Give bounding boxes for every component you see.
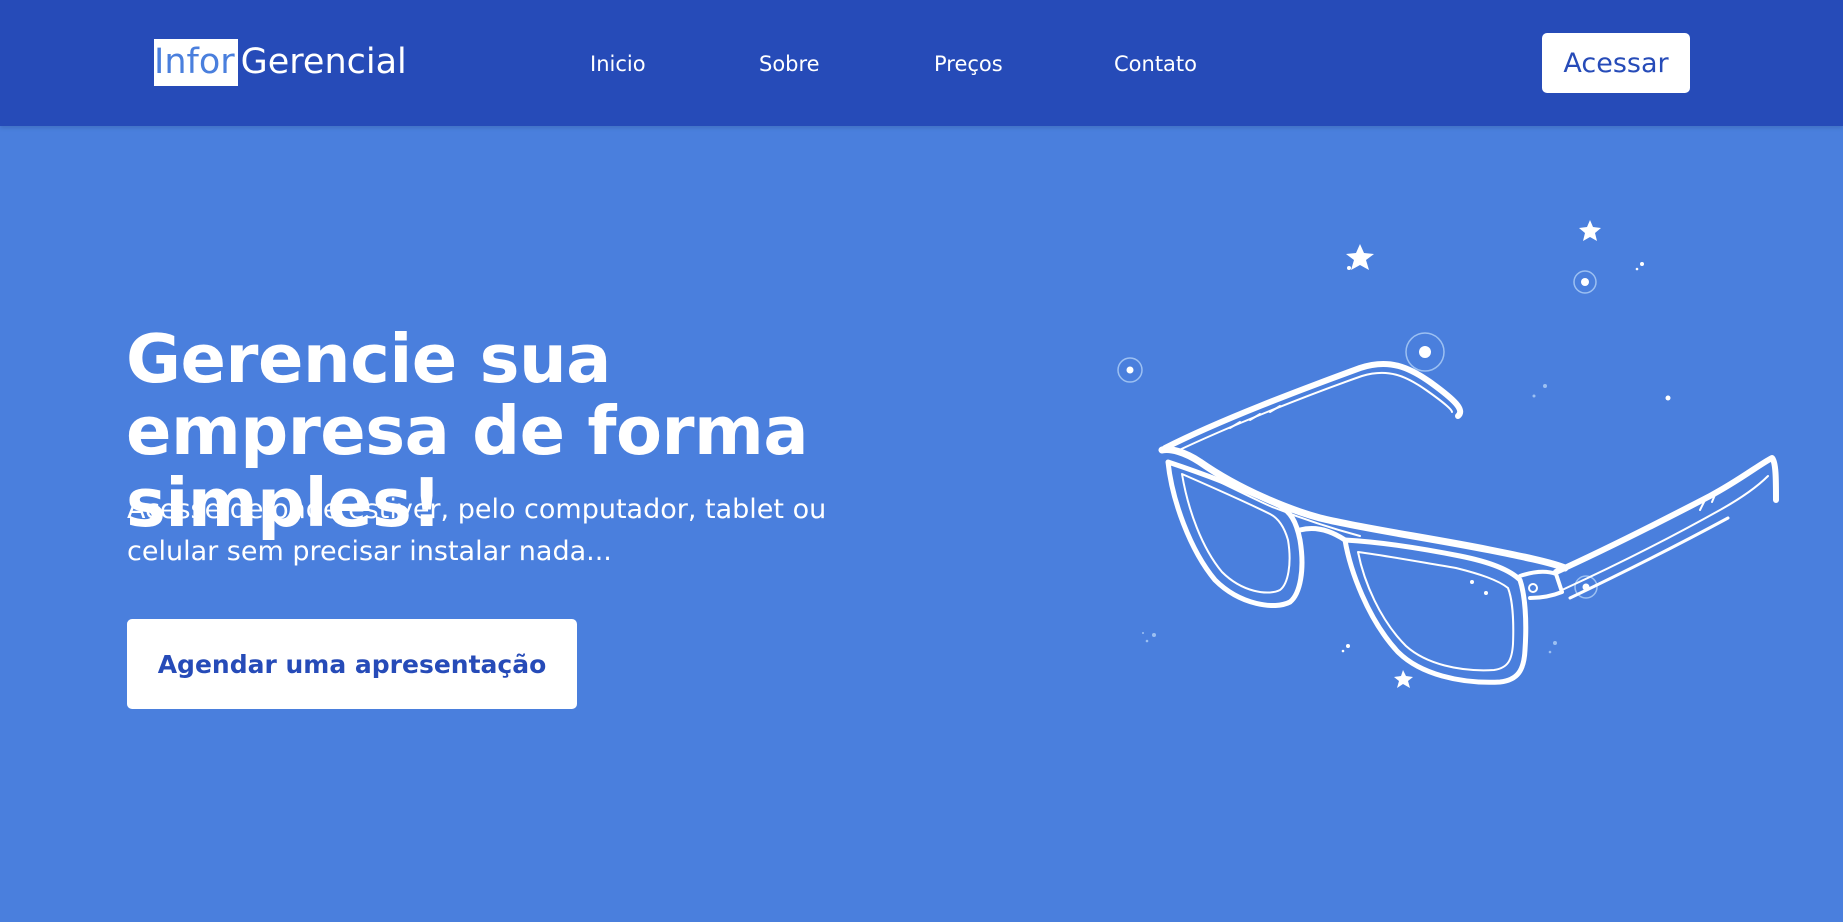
access-button[interactable]: Acessar — [1542, 33, 1690, 93]
navbar: Infor Gerencial Inicio Sobre Preços Cont… — [0, 0, 1843, 126]
glasses-frame — [1158, 361, 1779, 685]
logo-text: Gerencial — [240, 42, 407, 82]
hero-subtitle: Acesse de onde estiver, pelo computador,… — [127, 494, 827, 567]
nav-link-sobre[interactable]: Sobre — [759, 51, 820, 77]
brand-logo[interactable]: Infor Gerencial — [154, 39, 407, 86]
eyeglasses-illustration — [1117, 220, 1779, 688]
schedule-demo-button[interactable]: Agendar uma apresentação — [127, 619, 577, 709]
nav-link-precos[interactable]: Preços — [934, 51, 1003, 77]
logo-highlight: Infor — [154, 39, 238, 86]
nav-link-inicio[interactable]: Inicio — [590, 51, 646, 77]
nav-link-contato[interactable]: Contato — [1114, 51, 1197, 77]
